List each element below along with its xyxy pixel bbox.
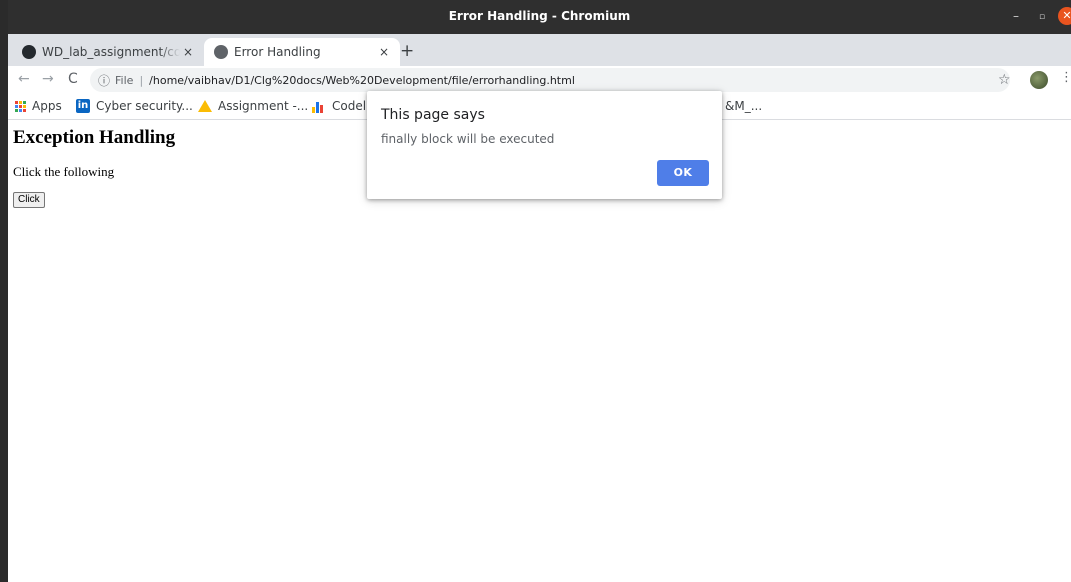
new-tab-button[interactable]: + bbox=[400, 42, 414, 60]
desktop-edge bbox=[0, 0, 8, 582]
alert-dialog: This page says finally block will be exe… bbox=[367, 91, 722, 199]
bookmark-hm[interactable]: &M_... bbox=[725, 99, 762, 113]
tab-github[interactable]: WD_lab_assignment/cool × bbox=[16, 38, 204, 66]
menu-icon[interactable]: ⋮ bbox=[1060, 70, 1071, 85]
maximize-button[interactable]: ▫ bbox=[1039, 11, 1045, 23]
back-button[interactable]: ← bbox=[18, 71, 30, 87]
tab-error-handling[interactable]: Error Handling × bbox=[204, 38, 400, 66]
profile-avatar[interactable] bbox=[1030, 71, 1048, 89]
page-text: Click the following bbox=[13, 164, 115, 179]
minimize-button[interactable]: – bbox=[1013, 10, 1019, 22]
bookmark-label: Cyber security... bbox=[96, 99, 193, 113]
url-text[interactable]: /home/vaibhav/D1/Clg%20docs/Web%20Develo… bbox=[149, 74, 575, 87]
url-scheme: File bbox=[115, 73, 134, 87]
navigation-toolbar: ← → C ⓘ File | /home/vaibhav/D1/Clg%20do… bbox=[8, 66, 1071, 94]
dialog-message: finally block will be executed bbox=[381, 132, 555, 146]
apps-grid-icon bbox=[15, 100, 26, 112]
tab-close-icon[interactable]: × bbox=[376, 45, 392, 59]
globe-icon bbox=[214, 45, 228, 59]
page-heading: Exception Handling bbox=[13, 127, 176, 148]
info-icon[interactable]: ⓘ bbox=[98, 72, 110, 89]
tab-strip: WD_lab_assignment/cool × Error Handling … bbox=[8, 34, 1071, 66]
bookmark-apps[interactable]: Apps bbox=[15, 99, 62, 113]
github-icon bbox=[22, 45, 36, 59]
window-title: Error Handling - Chromium bbox=[448, 9, 631, 23]
bookmark-label: Assignment -... bbox=[218, 99, 309, 113]
bookmark-label: Codel bbox=[332, 99, 367, 113]
tab-close-icon[interactable]: × bbox=[180, 45, 196, 59]
address-bar[interactable]: ⓘ File | /home/vaibhav/D1/Clg%20docs/Web… bbox=[90, 68, 1010, 92]
bookmark-cyber-security[interactable]: in Cyber security... bbox=[76, 99, 193, 113]
reload-button[interactable]: C bbox=[68, 71, 78, 87]
google-drive-icon bbox=[198, 100, 212, 112]
ok-button[interactable]: OK bbox=[657, 160, 709, 186]
dialog-title: This page says bbox=[381, 107, 485, 123]
bookmark-star-icon[interactable]: ☆ bbox=[998, 72, 1011, 88]
title-bar: Error Handling - Chromium – ▫ ✕ bbox=[8, 0, 1071, 34]
bookmark-code[interactable]: Codel bbox=[312, 99, 366, 113]
tab-label: WD_lab_assignment/cool bbox=[42, 45, 180, 59]
bookmark-assignment[interactable]: Assignment -... bbox=[198, 99, 308, 113]
forward-button[interactable]: → bbox=[42, 71, 54, 87]
url-separator: | bbox=[139, 73, 144, 87]
browser-window: Error Handling - Chromium – ▫ ✕ WD_lab_a… bbox=[8, 0, 1071, 582]
linkedin-icon: in bbox=[76, 99, 90, 113]
bar-chart-icon bbox=[312, 99, 326, 113]
tab-label: Error Handling bbox=[234, 45, 321, 59]
bookmark-label: Apps bbox=[32, 99, 62, 113]
click-button[interactable]: Click bbox=[13, 192, 45, 208]
bookmark-label: &M_... bbox=[725, 99, 763, 113]
close-window-button[interactable]: ✕ bbox=[1058, 7, 1071, 25]
